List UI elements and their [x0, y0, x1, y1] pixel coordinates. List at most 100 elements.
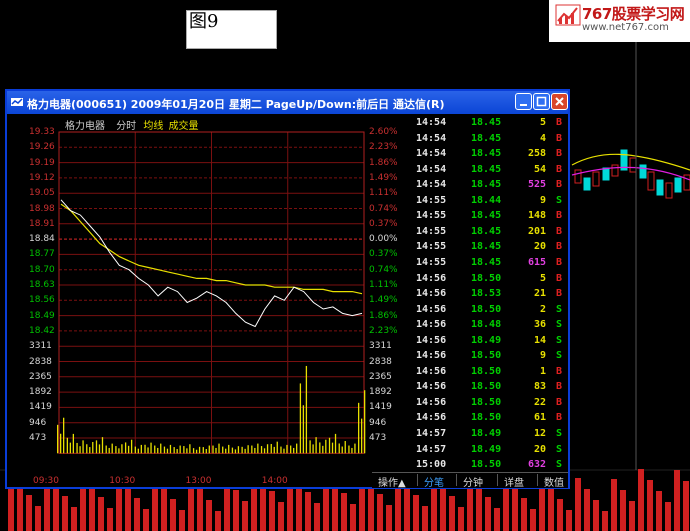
trade-time: 14:54: [416, 117, 447, 128]
trade-price: 18.45: [471, 225, 502, 237]
left-tick-label: 18.56: [29, 295, 55, 306]
background-volume-bar: [125, 487, 131, 531]
background-volume-bar: [512, 487, 518, 531]
volume-bar: [328, 437, 331, 454]
background-volume-bar: [422, 506, 428, 531]
trade-price: 18.50: [471, 303, 502, 315]
trade-row: 14:55 18.45 148 B: [414, 210, 568, 225]
volume-bar: [205, 449, 207, 454]
title-bar[interactable]: 格力电器(000651) 2009年01月20日 星期二 PageUp/Down…: [7, 91, 568, 114]
trade-row: 14:56 18.48 36 S: [414, 319, 568, 334]
trade-row: 14:56 18.50 5 B: [414, 273, 568, 288]
tab-minute[interactable]: 分钟: [463, 474, 483, 489]
trade-volume: 9: [539, 194, 546, 206]
tab-divider: [537, 474, 538, 486]
trade-row: 14:54 18.45 54 B: [414, 164, 568, 179]
trade-time: 14:56: [416, 381, 447, 393]
volume-bar: [195, 449, 198, 454]
trade-price: 18.49: [471, 334, 502, 346]
background-volume-bar: [449, 496, 455, 531]
tab-values[interactable]: 数值: [544, 474, 564, 489]
trade-row: 14:56 18.53 21 B: [414, 288, 568, 303]
volume-bar: [169, 444, 172, 454]
background-candle: [674, 177, 682, 193]
trade-price: 18.50: [471, 459, 502, 471]
trade-direction: B: [555, 241, 562, 253]
trade-time: 14:56: [416, 319, 447, 331]
volume-bar: [312, 444, 314, 454]
right-tick-label: 0.74%: [369, 264, 398, 275]
background-volume-bar: [314, 503, 320, 531]
trade-time: 14:56: [416, 412, 447, 424]
brand-url: www.net767.com: [582, 22, 669, 33]
tab-divider: [497, 474, 498, 486]
tab-ticks[interactable]: 分笔: [424, 474, 444, 489]
intraday-chart[interactable]: [7, 114, 414, 489]
background-volume-bar: [566, 510, 572, 531]
left-tick-label: 18.91: [29, 218, 55, 229]
background-volume-bar: [683, 481, 689, 531]
volume-bar: [293, 447, 295, 454]
trade-direction: S: [555, 459, 562, 471]
background-volume-bar: [341, 493, 347, 531]
volume-bar: [127, 445, 130, 454]
maximize-button[interactable]: [533, 93, 550, 110]
brand-logo: 767股票学习网 www.net767.com: [549, 0, 690, 42]
background-volume-bar: [584, 489, 590, 531]
volume-bar: [160, 443, 162, 454]
background-volume-bar: [629, 501, 635, 531]
left-tick-label: 18.77: [29, 249, 55, 260]
right-tick-label: 1.86%: [369, 310, 398, 321]
trade-direction: S: [555, 319, 562, 331]
right-tick-label: 1.49%: [369, 295, 398, 306]
background-volume-bar: [278, 502, 284, 531]
background-volume-bar: [530, 509, 536, 531]
volume-bar: [137, 448, 139, 454]
right-tick-label: 1.49%: [369, 172, 398, 183]
volume-bar: [124, 442, 127, 454]
tab-action[interactable]: 操作▲: [378, 474, 406, 489]
right-tick-label: 473: [369, 433, 387, 443]
left-tick-label: 19.33: [29, 127, 55, 137]
trade-price: 18.45: [471, 241, 502, 253]
volume-bar: [241, 446, 243, 454]
volume-bar: [237, 446, 240, 454]
background-candle: [629, 157, 637, 173]
background-volume-bar: [89, 486, 95, 531]
volume-bar: [95, 440, 98, 454]
trade-row: 14:56 18.50 61 B: [414, 412, 568, 427]
background-volume-bar: [242, 501, 248, 531]
trade-volume: 83: [533, 381, 546, 393]
volume-bar: [354, 443, 356, 454]
trade-volume: 4: [539, 132, 546, 144]
trade-price: 18.50: [471, 272, 502, 284]
volume-bar: [225, 448, 227, 454]
trade-price: 18.45: [471, 210, 502, 222]
volume-bar: [92, 441, 94, 454]
right-tick-label: 0.74%: [369, 203, 398, 214]
trade-direction: S: [555, 334, 562, 346]
background-volume-bar: [206, 500, 212, 531]
background-kline: [571, 42, 690, 470]
trade-volume: 5: [539, 117, 546, 128]
background-volume-bar: [170, 499, 176, 531]
minimize-button[interactable]: [515, 93, 532, 110]
trade-row: 14:55 18.45 20 B: [414, 241, 568, 256]
background-candle: [683, 174, 690, 191]
volume-bar: [105, 445, 107, 454]
avg-line-label: 均线: [143, 121, 164, 132]
background-volume-bar: [647, 480, 653, 531]
trade-price: 18.45: [471, 117, 502, 128]
volume-bar: [266, 444, 269, 454]
background-volume-bar: [602, 511, 608, 531]
tab-detail[interactable]: 详盘: [504, 474, 524, 489]
trade-direction: B: [555, 225, 562, 237]
close-button[interactable]: [551, 93, 568, 110]
trade-price: 18.45: [471, 148, 502, 160]
background-volume-bar: [575, 478, 581, 531]
trade-volume: 61: [533, 412, 546, 424]
trade-time: 14:55: [416, 194, 447, 206]
volume-bar: [150, 442, 152, 454]
background-volume-bar: [53, 485, 59, 531]
trade-time: 14:56: [416, 288, 447, 300]
